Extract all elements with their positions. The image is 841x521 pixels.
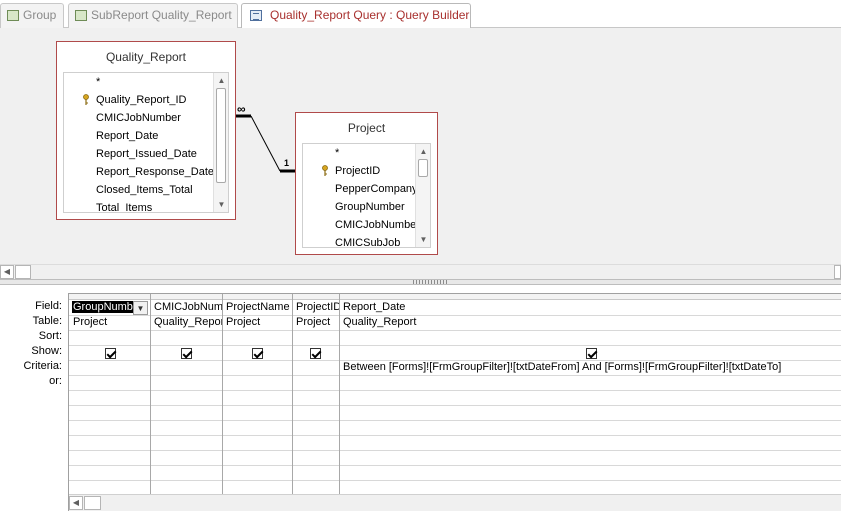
field-item[interactable]: Closed_Items_Total <box>64 181 193 199</box>
field-list[interactable]: * Quality_Report_ID CMICJobNumber Report… <box>63 72 229 213</box>
field-cell[interactable]: Report_Date <box>340 300 840 315</box>
primary-key-icon <box>83 94 89 105</box>
scroll-thumb[interactable] <box>84 496 101 510</box>
show-checkbox[interactable] <box>310 348 321 359</box>
primary-key-icon <box>322 165 328 176</box>
table-project[interactable]: Project * ProjectID PepperCompanyID Grou… <box>295 112 438 255</box>
row-label-table: Table: <box>32 315 62 327</box>
tab-label: Group <box>23 8 57 22</box>
chevron-down-icon[interactable]: ▼ <box>133 301 148 315</box>
tab-quality-report-query[interactable]: Quality_Report Query : Query Builder <box>241 3 471 29</box>
scroll-up-icon[interactable]: ▲ <box>416 144 430 159</box>
table-cell[interactable]: Quality_Report <box>151 315 222 330</box>
scroll-down-icon[interactable]: ▼ <box>214 197 228 212</box>
scroll-thumb[interactable] <box>216 88 226 183</box>
report-icon <box>75 10 87 21</box>
table-title[interactable]: Project <box>296 113 437 143</box>
field-item[interactable]: Quality_Report_ID <box>64 91 187 109</box>
field-list-scrollbar[interactable]: ▲ ▼ <box>213 73 228 212</box>
diagram-horizontal-scrollbar[interactable]: ◀ <box>0 264 841 279</box>
field-item[interactable]: CMICJobNumber <box>303 216 420 234</box>
table-quality-report[interactable]: Quality_Report * Quality_Report_ID CMICJ… <box>56 41 236 220</box>
table-title[interactable]: Quality_Report <box>57 42 235 72</box>
table-cell[interactable]: Quality_Report <box>340 315 840 330</box>
field-item[interactable]: CMICSubJob <box>303 234 400 247</box>
show-checkbox[interactable] <box>181 348 192 359</box>
tab-label: Quality_Report Query : Query Builder <box>270 8 470 22</box>
field-label: ProjectID <box>335 165 381 177</box>
field-value[interactable]: GroupNumber <box>72 301 134 313</box>
query-design-grid[interactable]: GroupNumber ▼ Project CMICJobNumber Qual… <box>68 293 841 511</box>
tab-subreport-quality-report[interactable]: SubReport Quality_Report <box>68 3 238 28</box>
criteria-cell[interactable]: Between [Forms]![FrmGroupFilter]![txtDat… <box>340 360 840 375</box>
field-cell[interactable]: ProjectName <box>223 300 292 315</box>
show-checkbox[interactable] <box>252 348 263 359</box>
field-cell[interactable]: CMICJobNumber <box>151 300 222 315</box>
document-tab-bar: Group SubReport Quality_Report Quality_R… <box>0 0 841 29</box>
table-diagram-pane[interactable]: ∞ 1 Quality_Report * Quality_Report_ID C… <box>0 28 841 265</box>
field-item[interactable]: GroupNumber <box>303 198 405 216</box>
scroll-left-icon[interactable]: ◀ <box>0 265 14 279</box>
field-item[interactable]: Report_Date <box>64 127 158 145</box>
field-label: Quality_Report_ID <box>96 94 187 106</box>
field-list[interactable]: * ProjectID PepperCompanyID GroupNumber … <box>302 143 431 248</box>
field-item[interactable]: PepperCompanyID <box>303 180 429 198</box>
show-checkbox[interactable] <box>105 348 116 359</box>
table-cell[interactable]: Project <box>293 315 339 330</box>
field-item[interactable]: ProjectID <box>303 162 380 180</box>
field-list-scrollbar[interactable]: ▲ ▼ <box>415 144 430 247</box>
row-label-or: or: <box>49 375 62 387</box>
show-checkbox[interactable] <box>586 348 597 359</box>
one-symbol: 1 <box>284 158 290 168</box>
scroll-thumb[interactable] <box>418 159 428 177</box>
field-cell[interactable]: ProjectID <box>293 300 339 315</box>
row-label-sort: Sort: <box>38 330 62 342</box>
splitter-grip-icon[interactable] <box>413 280 449 284</box>
table-cell[interactable]: Project <box>70 315 150 330</box>
field-item[interactable]: CMICJobNumber <box>64 109 181 127</box>
field-item[interactable]: * <box>64 73 100 91</box>
tab-group[interactable]: Group <box>0 3 64 28</box>
row-label-show: Show: <box>31 345 62 357</box>
field-item[interactable]: * <box>303 144 339 162</box>
query-icon <box>250 10 262 21</box>
scroll-up-icon[interactable]: ▲ <box>214 73 228 88</box>
field-item[interactable]: Report_Response_Date <box>64 163 214 181</box>
scroll-left-icon[interactable]: ◀ <box>69 496 83 510</box>
field-item[interactable]: Total_Items <box>64 199 152 212</box>
form-icon <box>7 10 19 21</box>
scroll-right-icon[interactable] <box>834 265 841 279</box>
tab-label: SubReport Quality_Report <box>91 8 232 22</box>
field-item[interactable]: Report_Issued_Date <box>64 145 197 163</box>
scroll-down-icon[interactable]: ▼ <box>416 232 430 247</box>
many-symbol: ∞ <box>237 102 246 116</box>
table-cell[interactable]: Project <box>223 315 292 330</box>
grid-horizontal-scrollbar[interactable]: ◀ <box>69 494 841 511</box>
row-label-field: Field: <box>35 300 62 312</box>
row-label-criteria: Criteria: <box>23 360 62 372</box>
field-cell[interactable]: GroupNumber <box>72 300 134 315</box>
scroll-thumb[interactable] <box>15 265 31 279</box>
